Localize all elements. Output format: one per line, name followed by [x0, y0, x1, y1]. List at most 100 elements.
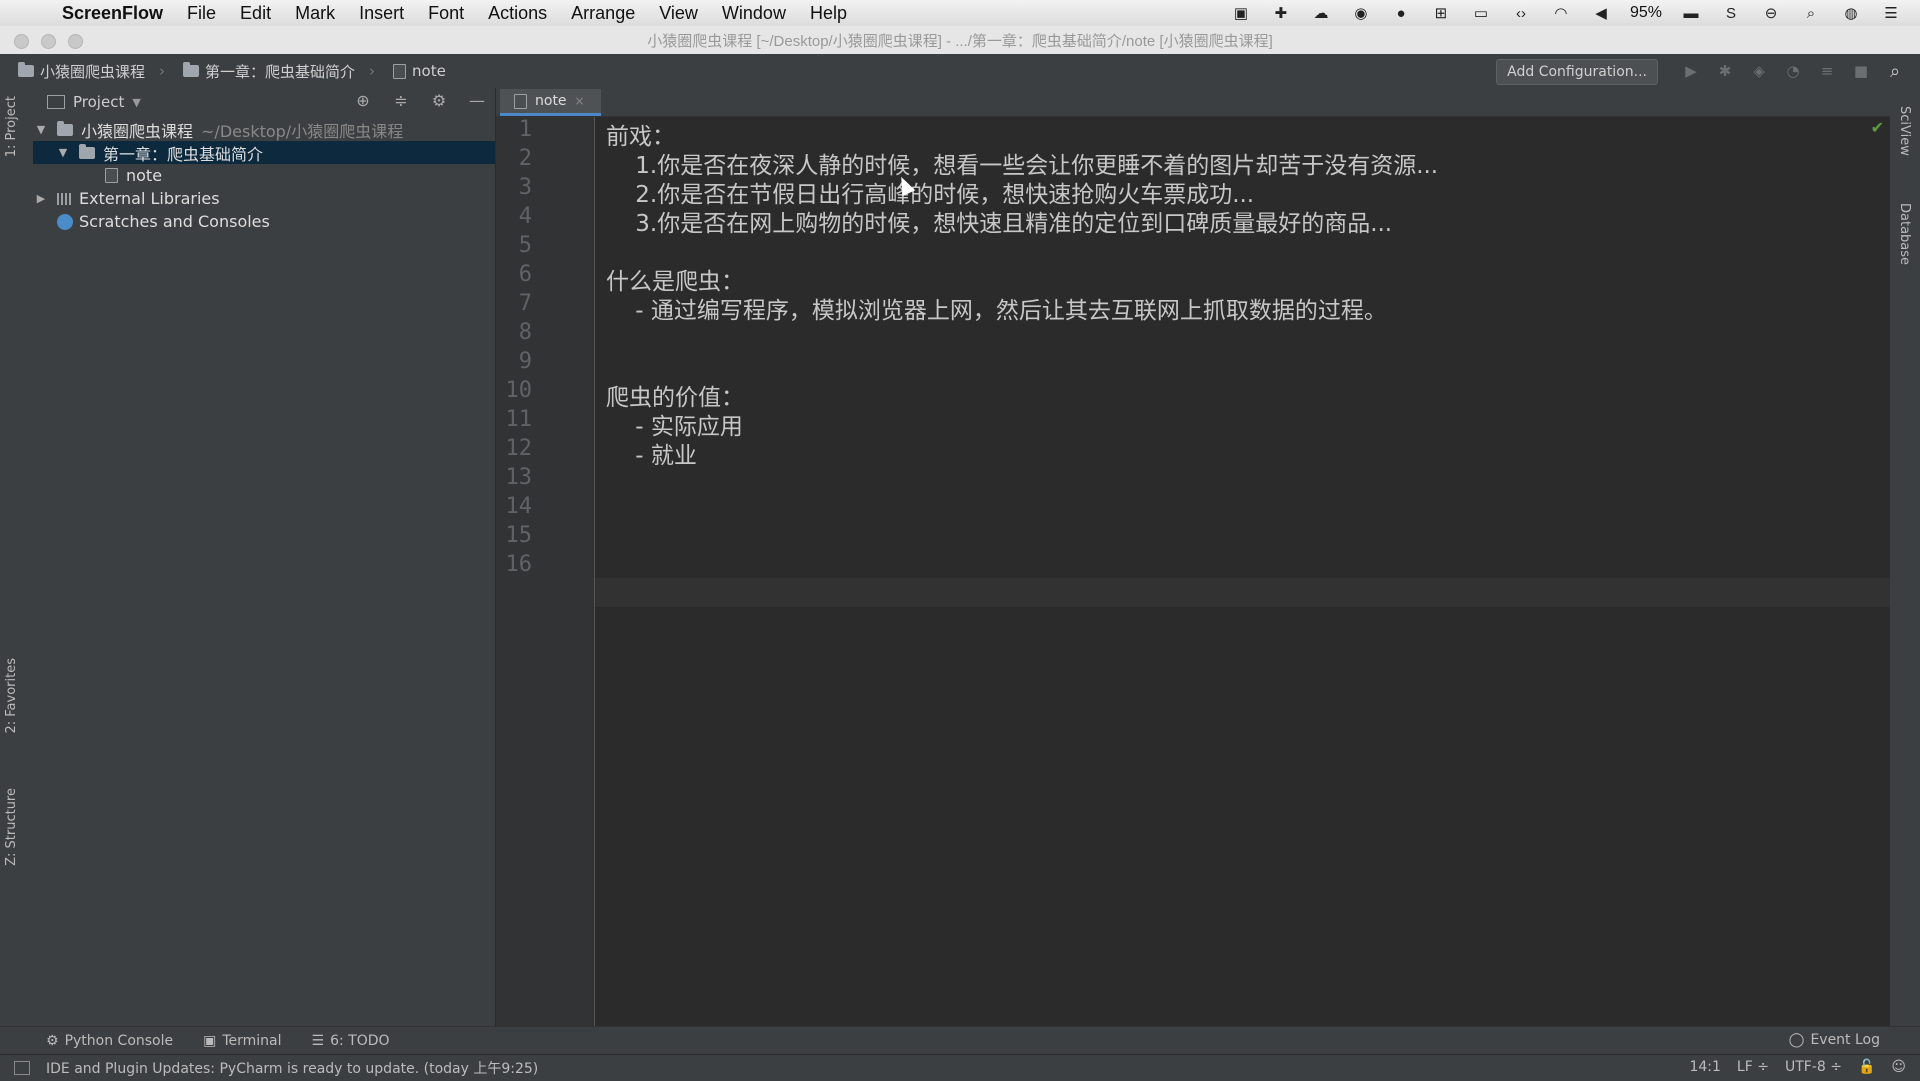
- stop-icon[interactable]: ■: [1850, 60, 1872, 82]
- status-message[interactable]: IDE and Plugin Updates: PyCharm is ready…: [46, 1058, 538, 1078]
- locate-file-icon[interactable]: ⊕: [353, 91, 373, 110]
- menu-insert[interactable]: Insert: [359, 3, 404, 24]
- menu-view[interactable]: View: [659, 3, 698, 24]
- sciview-tool-tab[interactable]: SciView: [1897, 106, 1912, 156]
- line-separator[interactable]: LF ÷: [1737, 1059, 1769, 1075]
- tree-item-chapter[interactable]: ▼ 第一章：爬虫基础简介: [33, 141, 495, 164]
- tree-item-path: ~/Desktop/小猿圈爬虫课程: [201, 121, 404, 141]
- menu-arrange[interactable]: Arrange: [571, 3, 635, 24]
- plus-icon[interactable]: ✚: [1270, 4, 1292, 22]
- database-tool-tab[interactable]: Database: [1897, 203, 1912, 265]
- status-icons: ▣ ✚ ☁ ◉ ● ⊞ ▭ ‹› ◠ ◀ 95% ▬ S ⊖ ⌕ ◍ ☰: [1230, 0, 1902, 26]
- event-log-label: Event Log: [1810, 1032, 1880, 1048]
- coverage-icon[interactable]: ◈: [1748, 60, 1770, 82]
- breadcrumb-file[interactable]: note: [393, 62, 446, 80]
- wifi-icon[interactable]: ◠: [1550, 4, 1572, 22]
- menu-help[interactable]: Help: [810, 3, 847, 24]
- breadcrumb-separator: ›: [369, 62, 376, 80]
- left-tool-strip: 1: Project 2: Favorites Z: Structure: [0, 88, 34, 1026]
- volume-icon[interactable]: ◀: [1590, 4, 1612, 22]
- line-number: 13: [505, 465, 533, 490]
- tree-item-root[interactable]: ▼ 小猿圈爬虫课程 ~/Desktop/小猿圈爬虫课程: [33, 118, 495, 141]
- code-icon[interactable]: ‹›: [1510, 4, 1532, 22]
- line-number: 16: [505, 552, 533, 577]
- collapsed-arrow-icon[interactable]: ▶: [35, 192, 47, 205]
- lock-icon[interactable]: 🔓: [1858, 1059, 1875, 1075]
- python-console-button[interactable]: ⚙ Python Console: [46, 1033, 173, 1049]
- project-tool-tab[interactable]: 1: Project: [4, 96, 19, 157]
- chevron-down-icon[interactable]: ▼: [132, 96, 140, 109]
- gear-icon[interactable]: ⚙: [429, 91, 449, 110]
- code-line: 2.你是否在节假日出行高峰的时候，想快速抢购火车票成功...: [606, 182, 1255, 208]
- do-not-disturb-icon[interactable]: ⊖: [1760, 4, 1782, 22]
- cloud-icon[interactable]: ☁: [1310, 4, 1332, 22]
- terminal-button[interactable]: ▣ Terminal: [203, 1033, 281, 1049]
- breadcrumb-label: note: [412, 62, 446, 80]
- minimize-window-button[interactable]: [41, 34, 56, 49]
- profile-icon[interactable]: ◔: [1782, 60, 1804, 82]
- apple-menu-icon[interactable]: [26, 2, 48, 24]
- hide-panel-icon[interactable]: —: [467, 91, 487, 110]
- status-bar-widgets: 14:1 LF ÷ UTF-8 ÷ 🔓 ☺: [1689, 1059, 1906, 1075]
- close-icon[interactable]: ×: [575, 94, 585, 108]
- tree-item-scratches[interactable]: Scratches and Consoles: [33, 210, 495, 233]
- toggle-tool-windows-icon[interactable]: [14, 1061, 30, 1075]
- camera-icon[interactable]: ▣: [1230, 4, 1252, 22]
- line-number: 1: [518, 117, 532, 142]
- search-everywhere-icon[interactable]: ⌕: [1884, 60, 1906, 82]
- line-number: 6: [518, 262, 532, 287]
- concurrency-icon[interactable]: ≡: [1816, 60, 1838, 82]
- tree-item-external-libraries[interactable]: ▶ External Libraries: [33, 187, 495, 210]
- todo-icon: ☰: [311, 1033, 325, 1049]
- hector-icon[interactable]: ☺: [1891, 1059, 1906, 1075]
- add-configuration-button[interactable]: Add Configuration...: [1496, 59, 1658, 85]
- app-menu[interactable]: ScreenFlow: [62, 3, 163, 24]
- line-number: 4: [518, 204, 532, 229]
- siri-icon[interactable]: ◍: [1840, 4, 1862, 22]
- menu-mark[interactable]: Mark: [295, 3, 335, 24]
- spotlight-icon[interactable]: ⌕: [1800, 4, 1822, 22]
- s-app-icon[interactable]: S: [1720, 4, 1742, 22]
- airplay-icon[interactable]: ▭: [1470, 4, 1492, 22]
- file-encoding[interactable]: UTF-8 ÷: [1785, 1059, 1842, 1075]
- code-line: - 通过编写程序，模拟浏览器上网，然后让其去互联网上抓取数据的过程。: [606, 298, 1387, 324]
- scratches-icon: [57, 213, 73, 230]
- menu-file[interactable]: File: [187, 3, 216, 24]
- menu-window[interactable]: Window: [722, 3, 786, 24]
- code-line: 前戏：: [606, 124, 675, 150]
- debug-icon[interactable]: ✱: [1714, 60, 1736, 82]
- tab-label: note: [535, 93, 567, 109]
- todo-button[interactable]: ☰ 6: TODO: [312, 1033, 390, 1049]
- menu-edit[interactable]: Edit: [240, 3, 271, 24]
- project-view-icon: [47, 95, 65, 109]
- collapse-all-icon[interactable]: ≑: [391, 91, 411, 110]
- window-titlebar: 小猿圈爬虫课程 [~/Desktop/小猿圈爬虫课程] - .../第一章：爬虫…: [0, 26, 1920, 54]
- tree-item-note[interactable]: note: [33, 164, 495, 187]
- expanded-arrow-icon[interactable]: ▼: [35, 123, 47, 136]
- tab-note[interactable]: note ×: [500, 89, 601, 116]
- breadcrumb-chapter[interactable]: 第一章：爬虫基础简介 ›: [183, 61, 375, 82]
- screen-record-icon[interactable]: ◉: [1350, 4, 1372, 22]
- line-number: 2: [518, 146, 532, 171]
- structure-tool-tab[interactable]: Z: Structure: [4, 788, 19, 866]
- current-line-highlight: [595, 578, 1890, 607]
- favorites-tool-tab[interactable]: 2: Favorites: [4, 658, 19, 734]
- menu-font[interactable]: Font: [428, 3, 464, 24]
- event-log-button[interactable]: ◯ Event Log: [1789, 1032, 1880, 1048]
- line-number: 3: [518, 175, 532, 200]
- run-icon[interactable]: ▶: [1680, 60, 1702, 82]
- input-method-icon[interactable]: ⊞: [1430, 4, 1452, 22]
- inspection-ok-icon[interactable]: ✔: [1871, 118, 1884, 137]
- notification-center-icon[interactable]: ☰: [1880, 4, 1902, 22]
- mic-icon[interactable]: ●: [1390, 4, 1412, 22]
- python-console-icon: ⚙: [46, 1033, 59, 1049]
- close-window-button[interactable]: [14, 34, 29, 49]
- line-number: 14: [505, 494, 533, 519]
- breadcrumb-root[interactable]: 小猿圈爬虫课程 ›: [18, 61, 165, 82]
- menu-actions[interactable]: Actions: [488, 3, 547, 24]
- battery-icon[interactable]: ▬: [1680, 4, 1702, 22]
- project-view-selector[interactable]: Project: [73, 93, 124, 111]
- expanded-arrow-icon[interactable]: ▼: [57, 146, 69, 159]
- caret-position[interactable]: 14:1: [1689, 1059, 1720, 1075]
- zoom-window-button[interactable]: [68, 34, 83, 49]
